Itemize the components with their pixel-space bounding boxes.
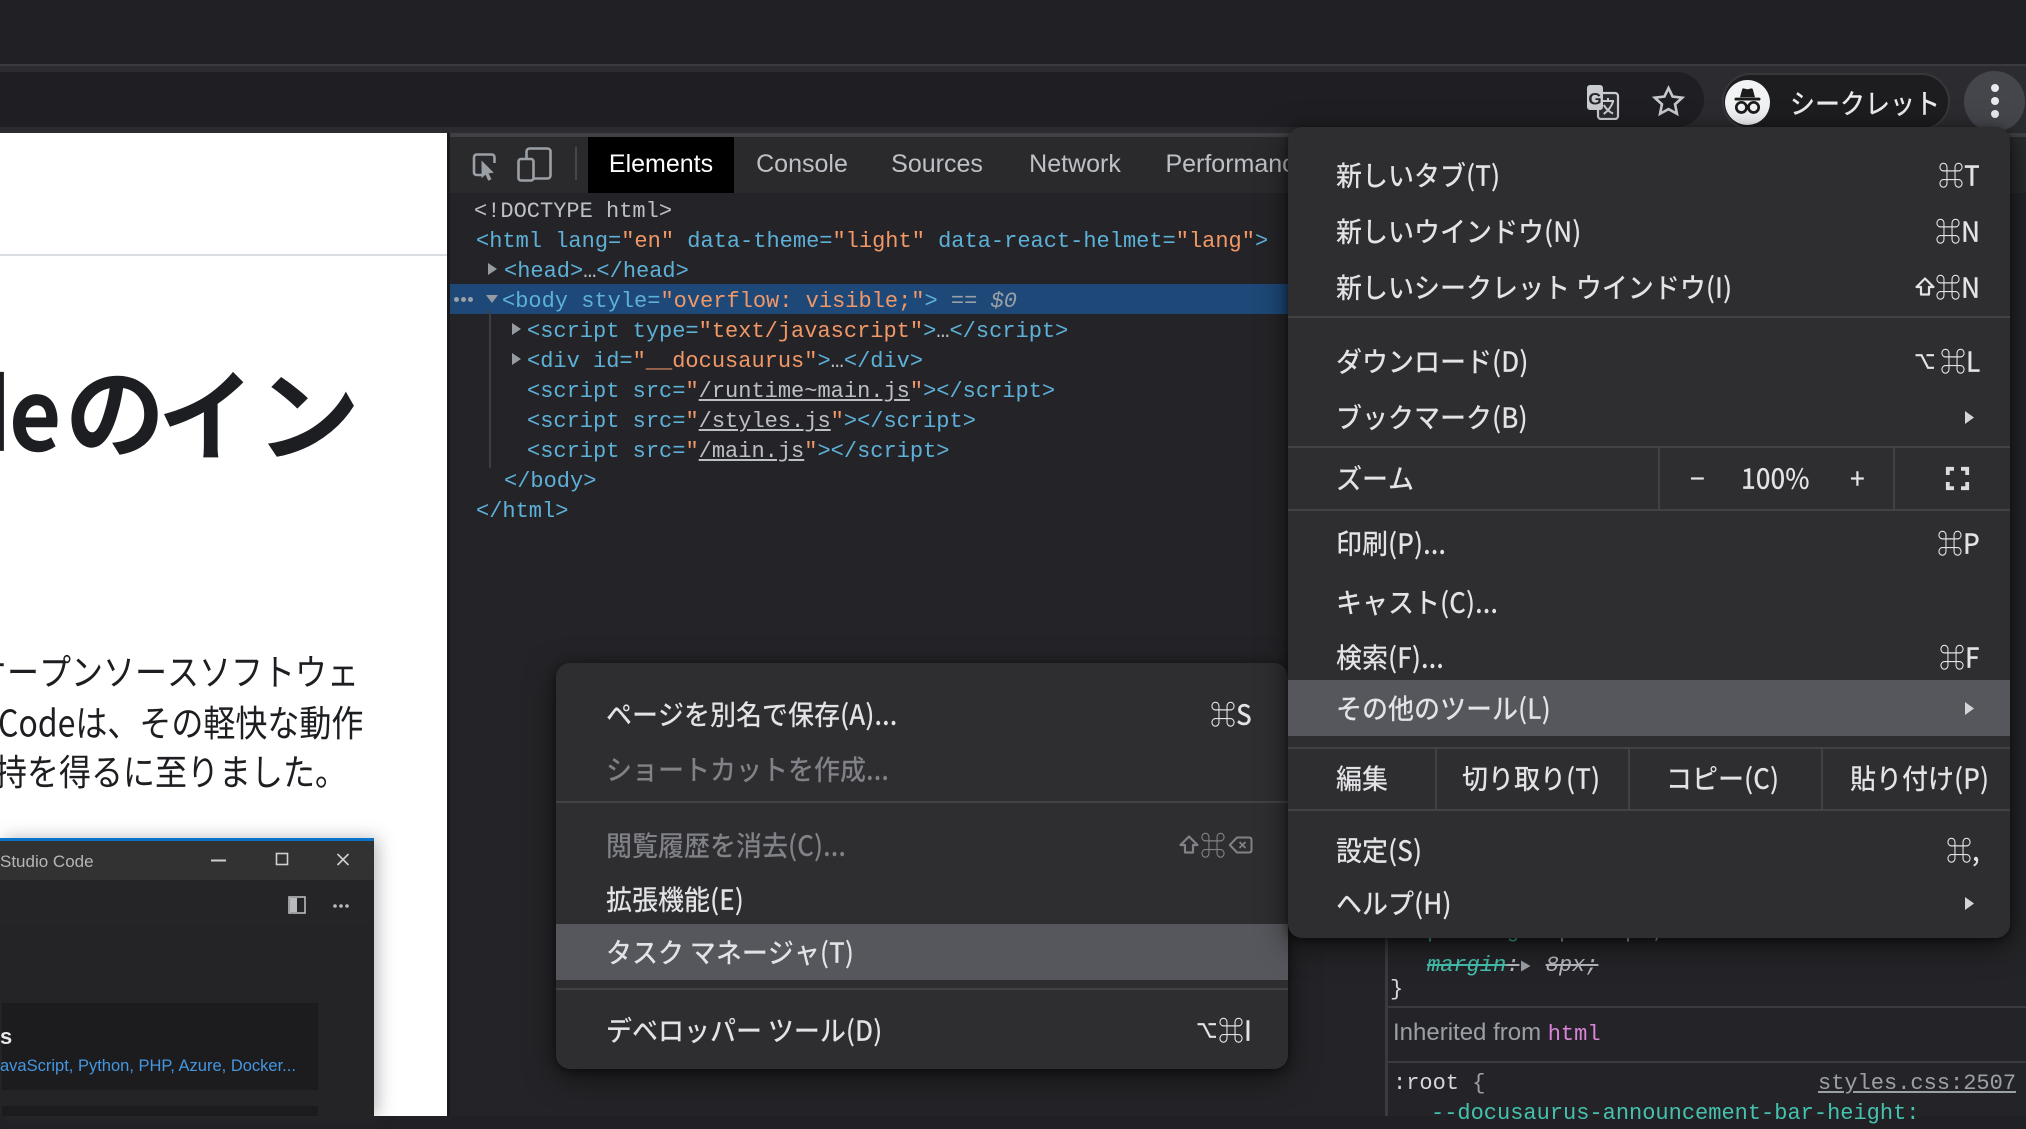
svg-text:G: G (1588, 90, 1601, 109)
